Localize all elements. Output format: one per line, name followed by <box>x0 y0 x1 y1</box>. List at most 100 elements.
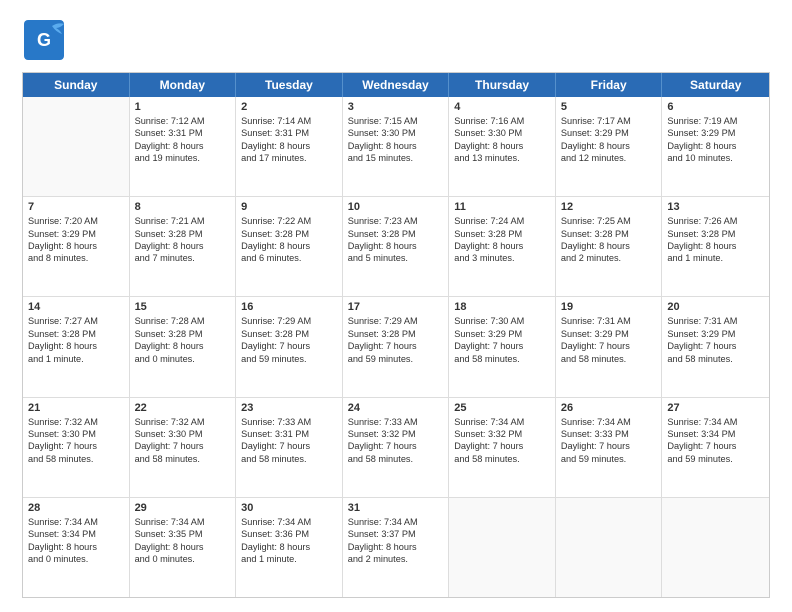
day-header-monday: Monday <box>130 73 237 97</box>
day-cell-26: 26Sunrise: 7:34 AMSunset: 3:33 PMDayligh… <box>556 398 663 497</box>
day-number: 30 <box>241 502 337 514</box>
day-header-friday: Friday <box>556 73 663 97</box>
cell-text: Sunrise: 7:34 AM <box>28 516 124 528</box>
cell-text: Daylight: 8 hours <box>28 541 124 553</box>
cell-text: Daylight: 7 hours <box>241 340 337 352</box>
svg-text:G: G <box>37 30 51 50</box>
cell-text: Sunrise: 7:26 AM <box>667 215 764 227</box>
day-number: 25 <box>454 402 550 414</box>
cell-text: Daylight: 8 hours <box>348 140 444 152</box>
cell-text: Daylight: 7 hours <box>348 440 444 452</box>
day-cell-30: 30Sunrise: 7:34 AMSunset: 3:36 PMDayligh… <box>236 498 343 597</box>
cell-text: Daylight: 8 hours <box>135 140 231 152</box>
cell-text: Daylight: 8 hours <box>28 340 124 352</box>
day-number: 18 <box>454 301 550 313</box>
day-number: 4 <box>454 101 550 113</box>
day-cell-21: 21Sunrise: 7:32 AMSunset: 3:30 PMDayligh… <box>23 398 130 497</box>
day-number: 1 <box>135 101 231 113</box>
day-cell-5: 5Sunrise: 7:17 AMSunset: 3:29 PMDaylight… <box>556 97 663 196</box>
cell-text: Daylight: 7 hours <box>241 440 337 452</box>
cell-text: Sunset: 3:34 PM <box>28 528 124 540</box>
cell-text: Sunset: 3:30 PM <box>135 428 231 440</box>
day-number: 21 <box>28 402 124 414</box>
cell-text: Sunrise: 7:33 AM <box>348 416 444 428</box>
day-cell-15: 15Sunrise: 7:28 AMSunset: 3:28 PMDayligh… <box>130 297 237 396</box>
day-number: 6 <box>667 101 764 113</box>
cell-text: and 58 minutes. <box>135 453 231 465</box>
day-number: 7 <box>28 201 124 213</box>
cell-text: Sunset: 3:29 PM <box>561 127 657 139</box>
cell-text: Sunset: 3:31 PM <box>241 428 337 440</box>
day-cell-11: 11Sunrise: 7:24 AMSunset: 3:28 PMDayligh… <box>449 197 556 296</box>
day-number: 9 <box>241 201 337 213</box>
cell-text: Sunset: 3:28 PM <box>135 328 231 340</box>
cell-text: Daylight: 7 hours <box>454 440 550 452</box>
cell-text: Daylight: 8 hours <box>561 140 657 152</box>
cell-text: Sunset: 3:28 PM <box>348 328 444 340</box>
cell-text: Sunset: 3:29 PM <box>561 328 657 340</box>
cell-text: Daylight: 8 hours <box>28 240 124 252</box>
week-row-1: 7Sunrise: 7:20 AMSunset: 3:29 PMDaylight… <box>23 197 769 297</box>
week-row-3: 21Sunrise: 7:32 AMSunset: 3:30 PMDayligh… <box>23 398 769 498</box>
cell-text: and 58 minutes. <box>454 353 550 365</box>
cell-text: Sunrise: 7:28 AM <box>135 315 231 327</box>
cell-text: Sunset: 3:29 PM <box>667 328 764 340</box>
cell-text: Sunrise: 7:21 AM <box>135 215 231 227</box>
day-number: 22 <box>135 402 231 414</box>
cell-text: Sunset: 3:31 PM <box>135 127 231 139</box>
day-number: 27 <box>667 402 764 414</box>
cell-text: Daylight: 7 hours <box>348 340 444 352</box>
cell-text: and 58 minutes. <box>454 453 550 465</box>
cell-text: Sunset: 3:32 PM <box>348 428 444 440</box>
day-number: 17 <box>348 301 444 313</box>
cell-text: and 7 minutes. <box>135 252 231 264</box>
cell-text: and 13 minutes. <box>454 152 550 164</box>
cell-text: Sunset: 3:28 PM <box>241 328 337 340</box>
cell-text: Daylight: 7 hours <box>667 340 764 352</box>
cell-text: Sunrise: 7:34 AM <box>454 416 550 428</box>
cell-text: Sunrise: 7:27 AM <box>28 315 124 327</box>
cell-text: and 1 minute. <box>241 553 337 565</box>
cell-text: Sunrise: 7:14 AM <box>241 115 337 127</box>
day-number: 26 <box>561 402 657 414</box>
cell-text: Sunset: 3:37 PM <box>348 528 444 540</box>
cell-text: Daylight: 8 hours <box>135 541 231 553</box>
day-number: 24 <box>348 402 444 414</box>
cell-text: Daylight: 7 hours <box>135 440 231 452</box>
cell-text: Sunrise: 7:33 AM <box>241 416 337 428</box>
cell-text: Sunset: 3:35 PM <box>135 528 231 540</box>
cell-text: Sunset: 3:28 PM <box>135 228 231 240</box>
cell-text: Daylight: 8 hours <box>667 140 764 152</box>
day-number: 29 <box>135 502 231 514</box>
cell-text: Sunset: 3:29 PM <box>454 328 550 340</box>
empty-cell <box>556 498 663 597</box>
cell-text: Daylight: 8 hours <box>241 240 337 252</box>
cell-text: and 2 minutes. <box>348 553 444 565</box>
cell-text: Daylight: 7 hours <box>667 440 764 452</box>
cell-text: Sunset: 3:32 PM <box>454 428 550 440</box>
cell-text: Sunrise: 7:32 AM <box>135 416 231 428</box>
cell-text: and 6 minutes. <box>241 252 337 264</box>
cell-text: and 59 minutes. <box>667 453 764 465</box>
cell-text: Sunset: 3:30 PM <box>348 127 444 139</box>
day-cell-4: 4Sunrise: 7:16 AMSunset: 3:30 PMDaylight… <box>449 97 556 196</box>
week-row-0: 1Sunrise: 7:12 AMSunset: 3:31 PMDaylight… <box>23 97 769 197</box>
cell-text: Daylight: 8 hours <box>241 541 337 553</box>
day-header-sunday: Sunday <box>23 73 130 97</box>
cell-text: Sunrise: 7:12 AM <box>135 115 231 127</box>
day-cell-3: 3Sunrise: 7:15 AMSunset: 3:30 PMDaylight… <box>343 97 450 196</box>
cell-text: Daylight: 7 hours <box>28 440 124 452</box>
empty-cell <box>449 498 556 597</box>
cell-text: Daylight: 8 hours <box>561 240 657 252</box>
cell-text: Sunrise: 7:19 AM <box>667 115 764 127</box>
cell-text: and 58 minutes. <box>28 453 124 465</box>
cell-text: Daylight: 8 hours <box>135 240 231 252</box>
cell-text: and 58 minutes. <box>241 453 337 465</box>
cell-text: and 1 minute. <box>667 252 764 264</box>
cell-text: and 58 minutes. <box>348 453 444 465</box>
day-cell-8: 8Sunrise: 7:21 AMSunset: 3:28 PMDaylight… <box>130 197 237 296</box>
cell-text: Daylight: 7 hours <box>454 340 550 352</box>
day-cell-20: 20Sunrise: 7:31 AMSunset: 3:29 PMDayligh… <box>662 297 769 396</box>
day-cell-31: 31Sunrise: 7:34 AMSunset: 3:37 PMDayligh… <box>343 498 450 597</box>
day-cell-19: 19Sunrise: 7:31 AMSunset: 3:29 PMDayligh… <box>556 297 663 396</box>
